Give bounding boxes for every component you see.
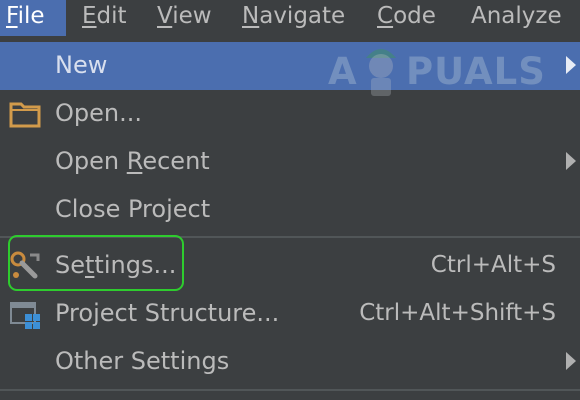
open-recent-prefix: Open [55,147,127,175]
watermark-right-text: PUALS [406,50,546,93]
menu-item-open-recent[interactable]: Open Recent [0,138,580,186]
menu-bar: File Edit View Navigate Code Analyze [0,0,580,40]
open-recent-mnemonic: R [126,147,143,175]
project-structure-shortcut: Ctrl+Alt+Shift+S [359,300,556,326]
menu-item-close-project-label: Close Project [55,195,211,223]
submenu-arrow-icon [566,352,576,370]
menu-navigate[interactable]: Navigate [242,0,345,36]
menu-item-open-recent-label: Open Recent [55,138,210,186]
menu-edit-rest: dit [96,3,127,29]
menu-item-new-label: New [55,51,108,79]
menu-item-project-structure[interactable]: Project Structure... Ctrl+Alt+Shift+S [0,290,580,338]
watermark-mascot-icon [366,49,396,96]
menu-edit[interactable]: Edit [82,0,127,36]
menu-analyze-label: Analyze [471,3,562,29]
menu-item-open-label: Open... [55,99,142,127]
watermark-left-text: A [328,50,358,93]
menu-code-rest: ode [393,3,436,29]
menu-code[interactable]: Code [377,0,436,36]
menu-separator [0,389,580,391]
menu-file-mnemonic: F [6,3,18,29]
menu-item-other-settings-label: Other Settings [55,347,230,375]
folder-icon [9,102,41,128]
open-recent-suffix: ecent [142,147,210,175]
menu-file-rest: ile [17,3,45,29]
menu-analyze[interactable]: Analyze [471,0,562,36]
appuals-watermark: A PUALS [328,38,546,102]
menu-item-close-project[interactable]: Close Project [0,186,580,234]
menu-item-other-settings[interactable]: Other Settings [0,338,580,386]
menu-view-mnemonic: V [157,3,173,29]
menu-file[interactable]: File [0,0,66,36]
submenu-arrow-icon [566,56,576,74]
menu-navigate-rest: avigate [259,3,346,29]
menu-view[interactable]: View [157,0,212,36]
settings-shortcut: Ctrl+Alt+S [430,252,556,278]
menu-item-project-structure-label: Project Structure... [55,299,280,327]
menu-code-mnemonic: C [377,3,394,29]
menu-view-rest: iew [172,3,212,29]
menu-navigate-mnemonic: N [242,3,260,29]
project-structure-icon [10,302,40,329]
submenu-arrow-icon [566,152,576,170]
menu-edit-mnemonic: E [82,3,97,29]
settings-highlight-outline [8,235,184,291]
